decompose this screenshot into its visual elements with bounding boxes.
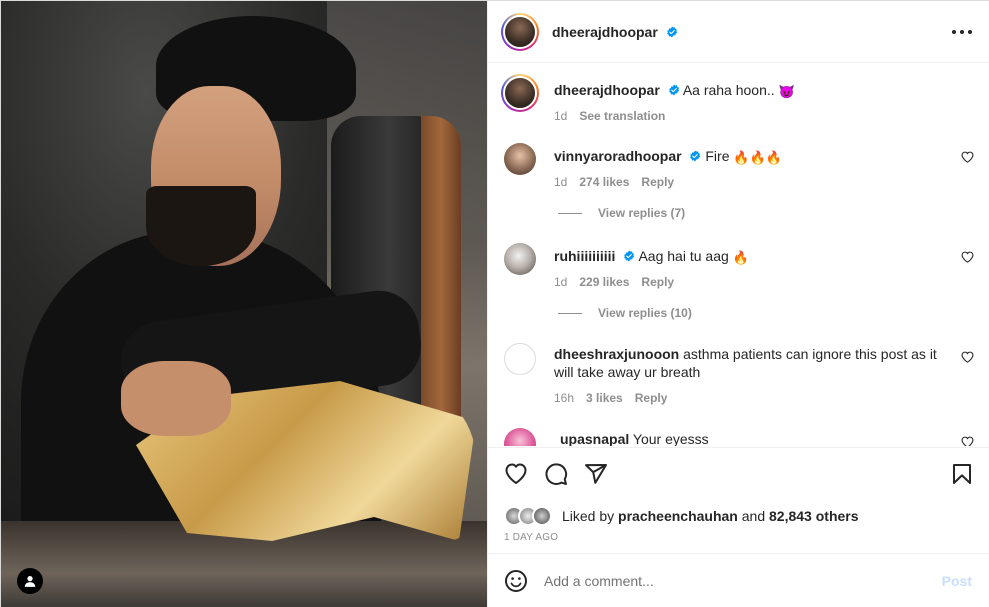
comment-meta: 1d 229 likes Reply <box>554 273 944 291</box>
reply-button[interactable]: Reply <box>641 273 674 291</box>
verified-badge-icon <box>668 84 679 96</box>
emoji-smiley-icon[interactable] <box>504 569 528 593</box>
dot-icon <box>960 30 964 34</box>
caption-text: Aa raha hoon.. <box>682 82 775 98</box>
comment-like-heart-icon[interactable] <box>961 151 974 163</box>
dot-icon <box>952 30 956 34</box>
fire-emoji: 🔥 <box>732 250 749 265</box>
action-icons <box>504 462 608 486</box>
verified-badge-icon <box>690 150 701 162</box>
like-heart-icon[interactable] <box>504 462 528 486</box>
liker-avatar <box>532 506 552 526</box>
comment-username[interactable]: dheeshraxjunooon <box>554 346 679 362</box>
view-replies-label[interactable]: View replies (10) <box>598 306 692 320</box>
likes-summary[interactable]: Liked by pracheenchauhan and 82,843 othe… <box>504 506 859 526</box>
comment-bubble-icon[interactable] <box>544 462 568 486</box>
comment-avatar[interactable] <box>504 428 536 446</box>
post-date[interactable]: 1 DAY AGO <box>504 532 558 543</box>
caption-time[interactable]: 1d <box>554 107 567 125</box>
comment-avatar[interactable] <box>504 343 536 375</box>
save-bookmark-icon[interactable] <box>950 462 974 486</box>
devil-emoji: 😈 <box>778 84 795 99</box>
comment-like-heart-icon[interactable] <box>961 436 974 446</box>
comment-text: Fire <box>705 148 730 164</box>
caption-avatar-image <box>503 76 537 110</box>
more-options-button[interactable] <box>952 23 972 41</box>
reply-button[interactable]: Reply <box>635 389 668 407</box>
photo-hand <box>121 361 231 436</box>
comment-input[interactable] <box>544 573 904 589</box>
post-comment-button[interactable]: Post <box>942 573 972 589</box>
caption-avatar[interactable] <box>501 74 539 112</box>
caption-username[interactable]: dheerajdhoopar <box>554 82 660 98</box>
tagged-users-button[interactable] <box>17 568 43 594</box>
author-avatar-image <box>503 14 537 49</box>
comment-avatar[interactable] <box>504 143 536 175</box>
post-actions: Liked by pracheenchauhan and 82,843 othe… <box>488 447 989 553</box>
liked-by-username[interactable]: pracheenchauhan <box>618 508 738 524</box>
comment-username[interactable]: ruhiiiiiiiiii <box>554 248 615 264</box>
view-replies-button[interactable]: View replies (10) <box>558 306 692 320</box>
comment-likes[interactable]: 274 likes <box>579 173 629 191</box>
post-header: dheerajdhoopar <box>488 1 989 63</box>
user-icon <box>24 576 36 587</box>
caption-meta: 1d See translation <box>554 107 944 125</box>
liker-avatars <box>504 506 562 526</box>
verified-badge-icon <box>624 250 635 262</box>
view-replies-button[interactable]: View replies (7) <box>558 206 685 220</box>
comment-meta: 16h 3 likes Reply <box>554 389 944 407</box>
photo-beard <box>146 186 256 266</box>
comment-meta: 1d 274 likes Reply <box>554 173 944 191</box>
comment-time[interactable]: 1d <box>554 273 567 291</box>
post-panel: dheerajdhoopar dheerajdhoopar Aa raha ho… <box>487 1 989 607</box>
comment-text: Aag hai tu aag <box>638 248 729 264</box>
likes-and-label: and <box>741 508 766 524</box>
comment-username[interactable]: upasnapal <box>560 431 629 446</box>
comments-list[interactable]: dheerajdhoopar Aa raha hoon.. 😈 1d See t… <box>488 64 989 446</box>
liked-by-label: Liked by <box>562 508 615 524</box>
comment-avatar[interactable] <box>504 243 536 275</box>
comment-text: Your eyesss <box>632 431 709 446</box>
replies-divider <box>558 212 582 214</box>
comment-time[interactable]: 16h <box>554 389 574 407</box>
dot-icon <box>968 30 972 34</box>
post-dialog: dheerajdhoopar dheerajdhoopar Aa raha ho… <box>0 0 989 607</box>
comment-body: vinnyaroradhoopar Fire 🔥🔥🔥 1d 274 likes … <box>554 147 944 191</box>
verified-badge-icon <box>666 26 677 37</box>
comment-like-heart-icon[interactable] <box>961 351 974 363</box>
see-translation-button[interactable]: See translation <box>579 107 665 125</box>
comment-likes[interactable]: 229 likes <box>579 273 629 291</box>
author-username[interactable]: dheerajdhoopar <box>552 24 678 40</box>
comment-likes[interactable]: 3 likes <box>586 389 623 407</box>
comment-time[interactable]: 1d <box>554 173 567 191</box>
comment-body: dheeshraxjunooon asthma patients can ign… <box>554 345 944 407</box>
comment-body: upasnapal Your eyesss <box>560 430 950 446</box>
post-photo[interactable] <box>1 1 487 607</box>
author-avatar[interactable] <box>501 12 539 51</box>
author-username-text[interactable]: dheerajdhoopar <box>552 24 658 40</box>
caption-body: dheerajdhoopar Aa raha hoon.. 😈 1d See t… <box>554 81 944 125</box>
likes-others-count[interactable]: 82,843 others <box>769 508 859 524</box>
share-paper-plane-icon[interactable] <box>584 462 608 486</box>
reply-button[interactable]: Reply <box>641 173 674 191</box>
comment-username[interactable]: vinnyaroradhoopar <box>554 148 682 164</box>
view-replies-label[interactable]: View replies (7) <box>598 206 685 220</box>
comment-body: ruhiiiiiiiiii Aag hai tu aag 🔥 1d 229 li… <box>554 247 944 291</box>
comment-like-heart-icon[interactable] <box>961 251 974 263</box>
fire-emoji: 🔥🔥🔥 <box>733 150 782 165</box>
add-comment-bar: Post <box>488 553 989 607</box>
replies-divider <box>558 312 582 314</box>
